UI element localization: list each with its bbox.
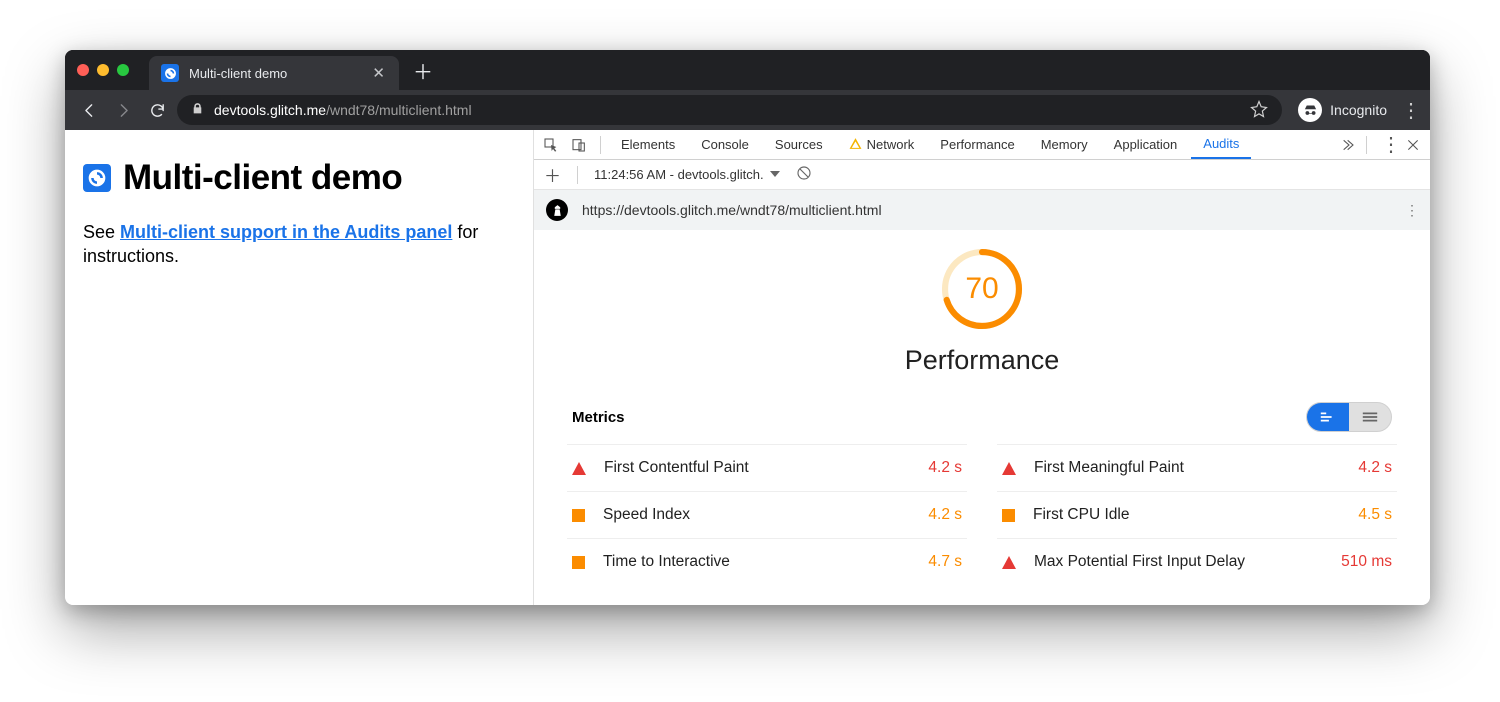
- metric-name: Max Potential First Input Delay: [1034, 553, 1245, 571]
- tab-elements[interactable]: Elements: [609, 130, 687, 159]
- metric-row[interactable]: Max Potential First Input Delay 510 ms: [997, 538, 1397, 585]
- average-icon: [1002, 509, 1015, 522]
- metric-row[interactable]: First CPU Idle 4.5 s: [997, 491, 1397, 538]
- tab-network-label: Network: [867, 137, 915, 152]
- tab-audits[interactable]: Audits: [1191, 130, 1251, 159]
- audit-url-menu-icon[interactable]: ⋮: [1405, 202, 1418, 219]
- close-window-icon[interactable]: [77, 64, 89, 76]
- fail-icon: [1002, 462, 1016, 475]
- metric-value: 4.2 s: [928, 506, 962, 524]
- metric-value: 510 ms: [1341, 553, 1392, 571]
- page-heading: Multi-client demo: [123, 158, 402, 198]
- chevron-down-icon: [770, 167, 780, 182]
- audits-subbar: ＋ 11:24:56 AM - devtools.glitch.: [534, 160, 1430, 190]
- audit-report: 70 Performance Metrics: [534, 230, 1430, 605]
- metric-name: Speed Index: [603, 506, 690, 524]
- score-value: 70: [938, 245, 1026, 333]
- metric-row[interactable]: Speed Index 4.2 s: [567, 491, 967, 538]
- incognito-icon: [1298, 98, 1322, 122]
- metric-name: First CPU Idle: [1033, 506, 1129, 524]
- tab-memory[interactable]: Memory: [1029, 130, 1100, 159]
- close-tab-icon[interactable]: ✕: [372, 64, 385, 82]
- page-link[interactable]: Multi-client support in the Audits panel: [120, 222, 452, 242]
- audit-category: Performance: [905, 345, 1060, 376]
- metrics-grid: First Contentful Paint 4.2 s First Meani…: [567, 444, 1397, 585]
- metric-row[interactable]: First Contentful Paint 4.2 s: [567, 444, 967, 491]
- lighthouse-icon: [546, 199, 568, 221]
- tab-title: Multi-client demo: [189, 66, 287, 81]
- audit-url: https://devtools.glitch.me/wndt78/multic…: [582, 202, 882, 218]
- address-bar[interactable]: devtools.glitch.me/wndt78/multiclient.ht…: [177, 95, 1282, 125]
- devtools-panel: Elements Console Sources Network Perform…: [533, 130, 1430, 605]
- window-traffic-lights: [77, 64, 129, 76]
- clear-audit-icon[interactable]: [796, 165, 812, 184]
- inspect-element-icon[interactable]: [538, 137, 564, 153]
- tab-performance[interactable]: Performance: [928, 130, 1026, 159]
- url-path: /wndt78/multiclient.html: [326, 102, 472, 118]
- audit-url-row: https://devtools.glitch.me/wndt78/multic…: [534, 190, 1430, 230]
- average-icon: [572, 509, 585, 522]
- page-text: See: [83, 222, 120, 242]
- incognito-label: Incognito: [1330, 102, 1387, 118]
- close-devtools-icon[interactable]: [1400, 137, 1426, 153]
- metrics-heading: Metrics: [572, 409, 625, 426]
- toggle-compact-icon[interactable]: [1307, 403, 1349, 431]
- maximize-window-icon[interactable]: [117, 64, 129, 76]
- metric-name: First Contentful Paint: [604, 459, 749, 477]
- metrics-view-toggle[interactable]: [1306, 402, 1392, 432]
- tab-application[interactable]: Application: [1102, 130, 1190, 159]
- page-content: Multi-client demo See Multi-client suppo…: [65, 130, 533, 605]
- audit-run-selector[interactable]: 11:24:56 AM - devtools.glitch.: [594, 167, 780, 182]
- metric-value: 4.2 s: [1358, 459, 1392, 477]
- fail-icon: [572, 462, 586, 475]
- average-icon: [572, 556, 585, 569]
- browser-window: Multi-client demo ✕ ＋ devtools.glitch.me…: [65, 50, 1430, 605]
- metric-row[interactable]: First Meaningful Paint 4.2 s: [997, 444, 1397, 491]
- audit-timestamp: 11:24:56 AM - devtools.glitch.: [594, 167, 764, 182]
- metric-name: First Meaningful Paint: [1034, 459, 1184, 477]
- warning-icon: [849, 137, 862, 153]
- metric-value: 4.5 s: [1358, 506, 1392, 524]
- fail-icon: [1002, 556, 1016, 569]
- tab-console[interactable]: Console: [689, 130, 761, 159]
- back-button[interactable]: [75, 96, 103, 124]
- url-host: devtools.glitch.me: [214, 102, 326, 118]
- tab-strip: Multi-client demo ✕ ＋: [65, 50, 1430, 90]
- minimize-window-icon[interactable]: [97, 64, 109, 76]
- tab-network[interactable]: Network: [837, 130, 927, 159]
- new-audit-button[interactable]: ＋: [544, 162, 561, 187]
- tab-sources[interactable]: Sources: [763, 130, 835, 159]
- new-tab-button[interactable]: ＋: [413, 56, 433, 85]
- page-paragraph: See Multi-client support in the Audits p…: [83, 220, 515, 269]
- browser-menu-icon[interactable]: ⋮: [1401, 98, 1420, 123]
- reload-button[interactable]: [143, 96, 171, 124]
- lock-icon: [191, 102, 204, 118]
- metric-value: 4.2 s: [928, 459, 962, 477]
- favicon-icon: [161, 64, 179, 82]
- device-toolbar-icon[interactable]: [566, 137, 592, 153]
- forward-button[interactable]: [109, 96, 137, 124]
- toggle-expanded-icon[interactable]: [1349, 403, 1391, 431]
- incognito-indicator: Incognito: [1298, 98, 1387, 122]
- browser-toolbar: devtools.glitch.me/wndt78/multiclient.ht…: [65, 90, 1430, 130]
- metric-row[interactable]: Time to Interactive 4.7 s: [567, 538, 967, 585]
- page-logo-icon: [83, 164, 111, 192]
- devtools-menu-icon[interactable]: ⋮: [1381, 132, 1400, 157]
- browser-tab[interactable]: Multi-client demo ✕: [149, 56, 399, 90]
- metric-value: 4.7 s: [928, 553, 962, 571]
- score-gauge: 70: [938, 245, 1026, 333]
- devtools-tabbar: Elements Console Sources Network Perform…: [534, 130, 1430, 160]
- bookmark-icon[interactable]: [1250, 100, 1268, 121]
- metric-name: Time to Interactive: [603, 553, 730, 571]
- more-tabs-icon[interactable]: [1334, 137, 1360, 153]
